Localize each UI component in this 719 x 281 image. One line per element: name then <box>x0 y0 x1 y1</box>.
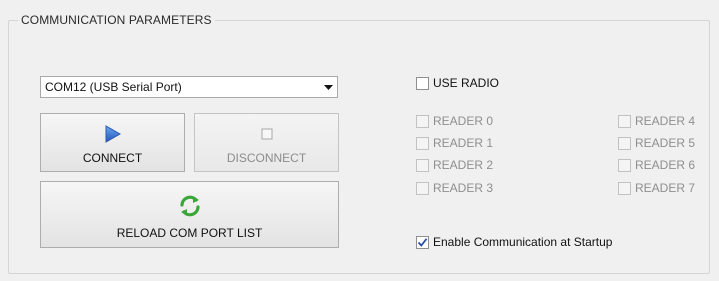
reader-0-checkbox[interactable]: READER 0 <box>416 114 493 128</box>
startup-label: Enable Communication at Startup <box>433 235 613 249</box>
use-radio-label: USE RADIO <box>433 76 500 90</box>
reader-2-checkbox-box[interactable] <box>416 158 429 172</box>
reader-3-label: READER 3 <box>433 181 494 195</box>
reader-4-checkbox[interactable]: READER 4 <box>618 114 695 128</box>
reload-com-port-list-button[interactable]: RELOAD COM PORT LIST <box>40 181 339 248</box>
reader-1-checkbox-box[interactable] <box>416 136 429 150</box>
chevron-down-icon[interactable] <box>319 77 337 97</box>
reader-2-label: READER 2 <box>433 158 494 172</box>
reader-3-checkbox[interactable]: READER 3 <box>416 181 493 195</box>
reader-2-checkbox[interactable]: READER 2 <box>416 158 493 172</box>
group-title: COMMUNICATION PARAMETERS <box>18 13 215 27</box>
reader-1-checkbox[interactable]: READER 1 <box>416 136 493 150</box>
use-radio-checkbox[interactable]: USE RADIO <box>416 76 499 90</box>
disconnect-button[interactable]: DISCONNECT <box>194 113 339 172</box>
reader-5-checkbox-box[interactable] <box>618 136 631 150</box>
reader-6-checkbox[interactable]: READER 6 <box>618 158 695 172</box>
connect-button-label: CONNECT <box>82 151 143 165</box>
use-radio-checkbox-box[interactable] <box>416 76 429 90</box>
reader-3-checkbox-box[interactable] <box>416 181 429 195</box>
com-port-select[interactable]: COM12 (USB Serial Port) <box>40 76 338 98</box>
reload-button-label: RELOAD COM PORT LIST <box>116 226 263 240</box>
reader-4-checkbox-box[interactable] <box>618 114 631 128</box>
com-port-select-value: COM12 (USB Serial Port) <box>45 80 182 94</box>
reader-5-checkbox[interactable]: READER 5 <box>618 136 695 150</box>
reader-0-checkbox-box[interactable] <box>416 114 429 128</box>
play-icon <box>105 124 121 144</box>
checkmark-icon <box>417 237 428 247</box>
reader-5-label: READER 5 <box>635 136 696 150</box>
reader-0-label: READER 0 <box>433 114 494 128</box>
connect-button[interactable]: CONNECT <box>40 113 185 172</box>
reader-7-label: READER 7 <box>635 181 696 195</box>
startup-checkbox-box[interactable] <box>416 235 429 249</box>
stop-icon <box>261 124 273 144</box>
reader-1-label: READER 1 <box>433 136 494 150</box>
reader-7-checkbox[interactable]: READER 7 <box>618 181 695 195</box>
disconnect-button-label: DISCONNECT <box>226 151 307 165</box>
reader-6-label: READER 6 <box>635 158 696 172</box>
reader-6-checkbox-box[interactable] <box>618 158 631 172</box>
reader-4-label: READER 4 <box>635 114 696 128</box>
refresh-icon <box>178 193 202 219</box>
reader-7-checkbox-box[interactable] <box>618 181 631 195</box>
enable-communication-at-startup-checkbox[interactable]: Enable Communication at Startup <box>416 235 612 249</box>
